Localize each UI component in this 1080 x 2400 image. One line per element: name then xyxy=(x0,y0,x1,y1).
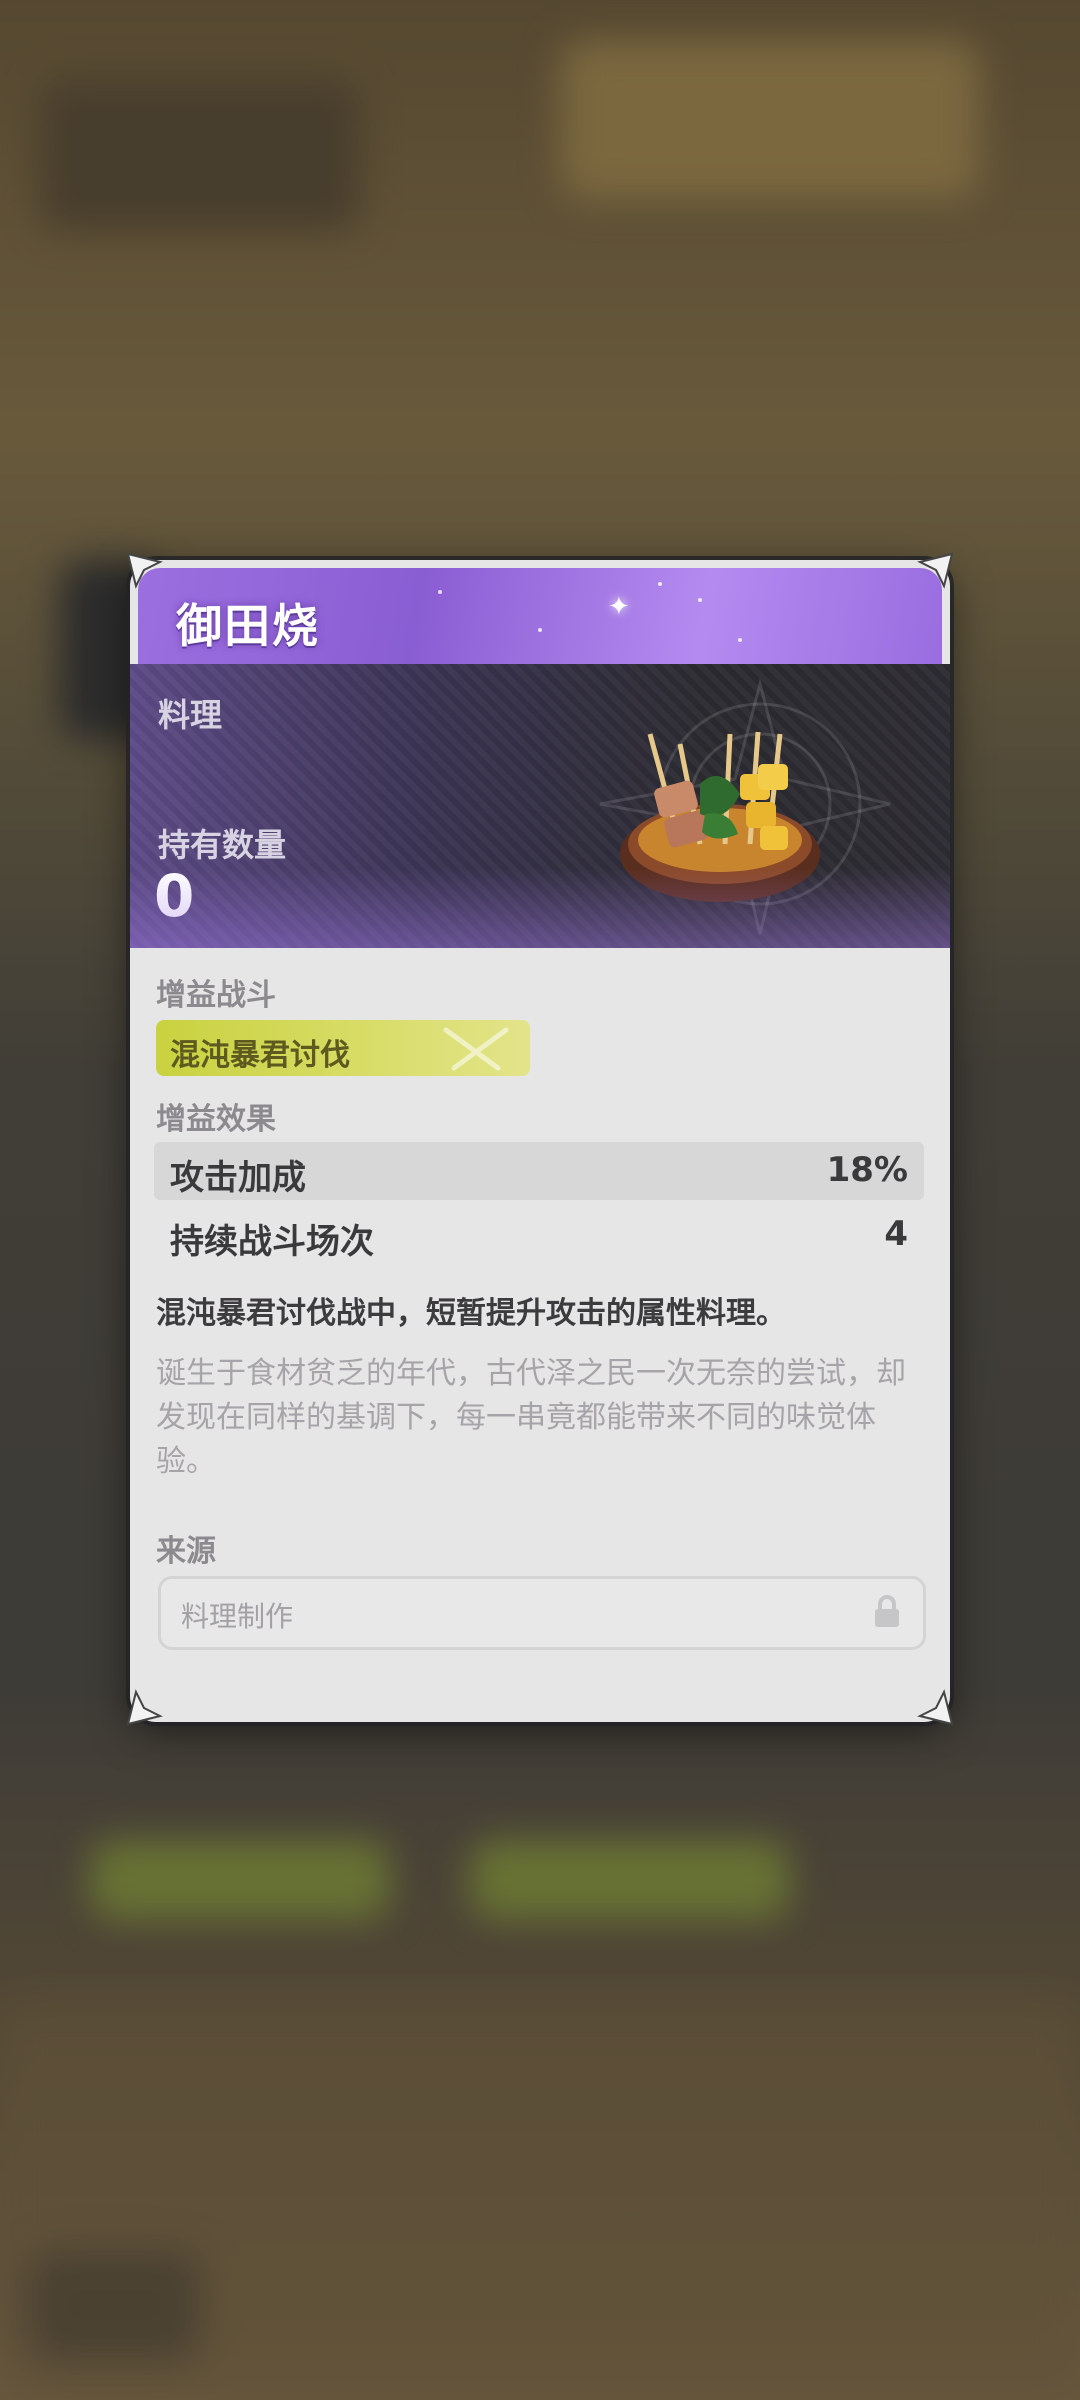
lock-icon xyxy=(875,1595,899,1627)
effect-row: 攻击加成 18% xyxy=(154,1142,924,1200)
item-detail-card: ✦ 御田烧 料理 持有数量 0 增益战斗 混沌暴君讨伐 增益效果 攻击加成 18… xyxy=(130,560,950,1722)
item-name: 御田烧 xyxy=(176,599,320,653)
sparkle-dot xyxy=(538,628,542,632)
sparkle-dot xyxy=(738,638,742,642)
effect-row-label: 攻击加成 xyxy=(170,1158,306,1198)
effect-row-label: 持续战斗场次 xyxy=(170,1222,374,1262)
effect-row-value: 18% xyxy=(826,1150,908,1190)
source-value: 料理制作 xyxy=(181,1600,294,1633)
source-entry[interactable]: 料理制作 xyxy=(158,1576,926,1650)
owned-count-label: 持有数量 xyxy=(158,826,287,864)
item-flavor-text: 诞生于食材贫乏的年代，古代泽之民一次无奈的尝试，却发现在同样的基调下，每一串竟都… xyxy=(156,1356,906,1479)
corner-ornament-icon xyxy=(126,552,163,589)
boost-battle-label: 增益战斗 xyxy=(156,978,276,1013)
source-label: 来源 xyxy=(156,1534,216,1569)
corner-ornament-icon xyxy=(917,1689,954,1726)
effect-row: 持续战斗场次 4 xyxy=(154,1206,924,1264)
crossed-swords-icon xyxy=(443,1027,509,1071)
game-screen: ✦ 御田烧 料理 持有数量 0 增益战斗 混沌暴君讨伐 增益效果 攻击加成 18… xyxy=(0,0,1080,2400)
sparkle-dot xyxy=(658,582,662,586)
boost-battle-name: 混沌暴君讨伐 xyxy=(170,1038,350,1073)
sparkle-dot xyxy=(438,590,442,594)
item-effect-description: 混沌暴君讨伐战中，短暂提升攻击的属性料理。 xyxy=(156,1296,786,1331)
item-header-panel: 料理 持有数量 0 xyxy=(130,664,950,948)
boost-effect-label: 增益效果 xyxy=(156,1102,276,1137)
corner-ornament-icon xyxy=(917,552,954,589)
effect-row-value: 4 xyxy=(884,1214,908,1254)
boost-battle-tag: 混沌暴君讨伐 xyxy=(156,1020,530,1076)
owned-count-value: 0 xyxy=(154,862,195,930)
sparkle-dot xyxy=(698,598,702,602)
oden-skewer-dish-image xyxy=(620,731,820,902)
title-bar: ✦ 御田烧 xyxy=(138,568,942,669)
sparkle-icon: ✦ xyxy=(608,592,630,622)
corner-ornament-icon xyxy=(126,1689,163,1726)
item-category: 料理 xyxy=(158,696,223,734)
